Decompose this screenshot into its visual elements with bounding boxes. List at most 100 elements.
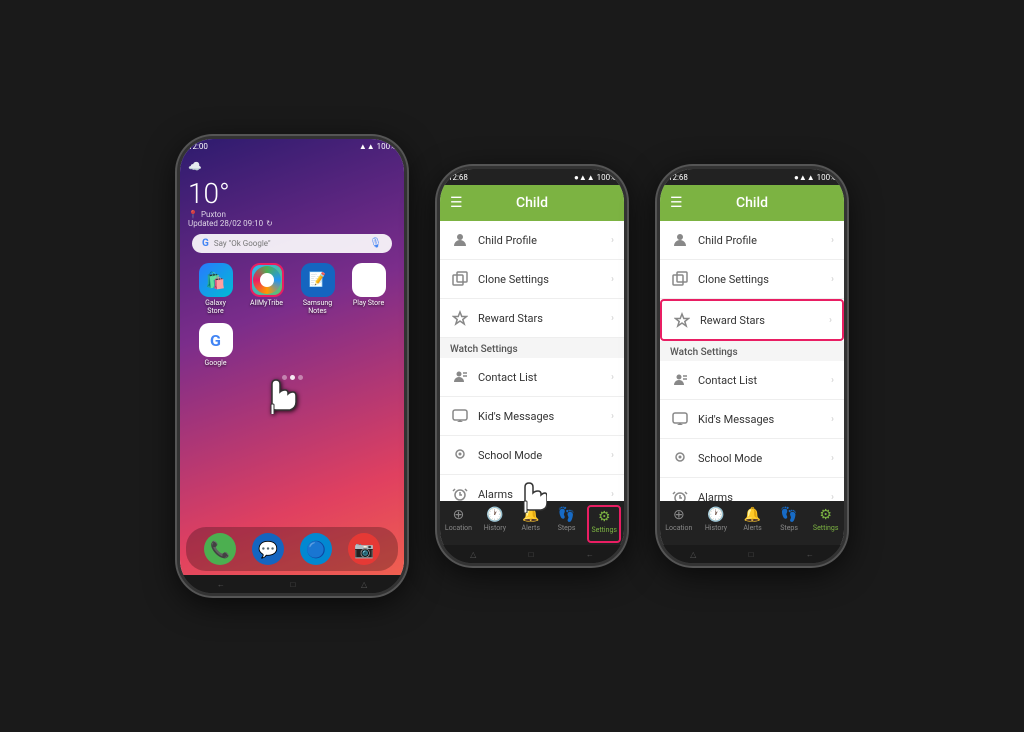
phone-2: 12:68 ●▲▲ 100% ☰ Child Child Profile › bbox=[437, 166, 627, 566]
app-title-3: Child bbox=[736, 195, 768, 211]
menu-item-messages-3[interactable]: Kid's Messages › bbox=[660, 400, 844, 439]
arrow-2-5: › bbox=[611, 411, 614, 422]
menu-item-alarms-3[interactable]: Alarms › bbox=[660, 478, 844, 501]
menu-hamburger-2[interactable]: ☰ bbox=[450, 195, 463, 211]
arrow-3-7: › bbox=[831, 492, 834, 502]
phone-3-screen: 12:68 ●▲▲ 100% ☰ Child Child Profile › bbox=[660, 169, 844, 545]
recent-btn-1[interactable]: □ bbox=[290, 580, 295, 589]
reward-stars-label-2: Reward Stars bbox=[478, 312, 603, 325]
bottom-nav-3: ⊕ Location 🕐 History 🔔 Alerts 👣 Steps ⚙ bbox=[660, 501, 844, 545]
arrow-3-5: › bbox=[831, 414, 834, 425]
phone-1: 12:00 ▲▲ 100% ☁️ 10° 📍 Puxton Updated 28… bbox=[177, 136, 407, 596]
school-icon-2 bbox=[450, 445, 470, 465]
location-name: Puxton bbox=[201, 210, 226, 219]
child-profile-label-2: Child Profile bbox=[478, 234, 603, 247]
back-btn-1[interactable]: ← bbox=[217, 580, 225, 589]
kids-messages-label-2: Kid's Messages bbox=[478, 410, 603, 423]
school-mode-label-2: School Mode bbox=[478, 449, 603, 462]
galaxy-store-label: GalaxyStore bbox=[205, 299, 226, 315]
updated-text: Updated 28/02 09:10 bbox=[188, 219, 263, 228]
updated-row: Updated 28/02 09:10 ↻ bbox=[188, 219, 396, 228]
menu-item-clone-3[interactable]: Clone Settings › bbox=[660, 260, 844, 299]
menu-item-school-2[interactable]: School Mode › bbox=[440, 436, 624, 475]
cloud-icon: ☁️ bbox=[188, 160, 202, 173]
weather-widget: ☁️ bbox=[188, 160, 396, 173]
samsung-notes-label: SamsungNotes bbox=[303, 299, 332, 315]
menu-item-contact-3[interactable]: Contact List › bbox=[660, 361, 844, 400]
menu-item-school-3[interactable]: School Mode › bbox=[660, 439, 844, 478]
nav-history-3[interactable]: 🕐 History bbox=[701, 505, 731, 543]
google-search-bar[interactable]: G Say "Ok Google" 🎙 bbox=[192, 234, 392, 253]
back-btn-2[interactable]: △ bbox=[470, 550, 476, 559]
google-app[interactable]: G Google bbox=[194, 323, 237, 367]
clone-settings-label-3: Clone Settings bbox=[698, 273, 823, 286]
arrow-2-4: › bbox=[611, 372, 614, 383]
app-screen-3: 12:68 ●▲▲ 100% ☰ Child Child Profile › bbox=[660, 169, 844, 545]
nav-history-2[interactable]: 🕐 History bbox=[480, 505, 510, 543]
alltribe-app[interactable]: AllMyTribe bbox=[245, 263, 288, 315]
time-2: 12:68 bbox=[448, 173, 468, 182]
history-nav-label-2: History bbox=[484, 524, 506, 532]
back-btn-3[interactable]: △ bbox=[690, 550, 696, 559]
status-bar-1: 12:00 ▲▲ 100% bbox=[180, 139, 404, 154]
nav-location-3[interactable]: ⊕ Location bbox=[663, 505, 694, 543]
clone-settings-label-2: Clone Settings bbox=[478, 273, 603, 286]
menu-item-child-profile-3[interactable]: Child Profile › bbox=[660, 221, 844, 260]
samsung-notes-icon: 📝 bbox=[301, 263, 335, 297]
battery-1: 100% bbox=[377, 142, 396, 151]
recent-btn-2[interactable]: □ bbox=[529, 550, 534, 559]
camera-dock-icon[interactable]: 📷 bbox=[348, 533, 380, 565]
recent-btn-3[interactable]: □ bbox=[749, 550, 754, 559]
phone-1-nav: ← □ △ bbox=[180, 575, 404, 593]
nav-steps-2[interactable]: 👣 Steps bbox=[552, 505, 582, 543]
steps-nav-label-3: Steps bbox=[780, 524, 798, 532]
home-btn-3[interactable]: ← bbox=[806, 550, 814, 559]
mic-icon: 🎙 bbox=[369, 238, 382, 249]
nav-steps-3[interactable]: 👣 Steps bbox=[774, 505, 804, 543]
nav-settings-3[interactable]: ⚙ Settings bbox=[811, 505, 841, 543]
menu-item-contact-2[interactable]: Contact List › bbox=[440, 358, 624, 397]
alltribe-label: AllMyTribe bbox=[250, 299, 283, 307]
nav-settings-2[interactable]: ⚙ Settings bbox=[587, 505, 621, 543]
nav-alerts-3[interactable]: 🔔 Alerts bbox=[738, 505, 768, 543]
school-icon-3 bbox=[670, 448, 690, 468]
galaxy-store-app[interactable]: 🛍️ GalaxyStore bbox=[194, 263, 237, 315]
samsung-notes-app[interactable]: 📝 SamsungNotes bbox=[296, 263, 339, 315]
galaxy-store-icon: 🛍️ bbox=[199, 263, 233, 297]
circle-dock-icon[interactable]: 🔵 bbox=[300, 533, 332, 565]
history-nav-icon-3: 🕐 bbox=[707, 507, 724, 523]
google-icon: G bbox=[199, 323, 233, 357]
menu-item-clone-2[interactable]: Clone Settings › bbox=[440, 260, 624, 299]
messages-dock-icon[interactable]: 💬 bbox=[252, 533, 284, 565]
alltribe-icon bbox=[250, 263, 284, 297]
arrow-3-2: › bbox=[831, 274, 834, 285]
clone-icon-2 bbox=[450, 269, 470, 289]
menu-item-child-profile-2[interactable]: Child Profile › bbox=[440, 221, 624, 260]
star-icon-2 bbox=[450, 308, 470, 328]
alltribe-circle bbox=[253, 266, 281, 294]
signal-2: ●▲▲ 100% bbox=[574, 173, 616, 182]
menu-item-reward-2[interactable]: Reward Stars › bbox=[440, 299, 624, 338]
settings-nav-label-2: Settings bbox=[591, 526, 617, 534]
home-btn-2[interactable]: ← bbox=[586, 550, 594, 559]
refresh-icon: ↻ bbox=[266, 219, 273, 228]
alltribe-inner bbox=[260, 273, 274, 287]
cursor-hand-3 bbox=[836, 301, 844, 339]
play-store-app[interactable]: ▶ Play Store bbox=[347, 263, 390, 315]
home-btn-1[interactable]: △ bbox=[361, 580, 367, 589]
child-profile-label-3: Child Profile bbox=[698, 234, 823, 247]
phone-2-nav: △ □ ← bbox=[440, 545, 624, 563]
menu-item-messages-2[interactable]: Kid's Messages › bbox=[440, 397, 624, 436]
contacts-icon-3 bbox=[670, 370, 690, 390]
time-3: 12:68 bbox=[668, 173, 688, 182]
menu-item-reward-3[interactable]: Reward Stars › bbox=[660, 299, 844, 341]
contacts-icon-2 bbox=[450, 367, 470, 387]
person-icon-2 bbox=[450, 230, 470, 250]
arrow-2-3: › bbox=[611, 313, 614, 324]
alerts-nav-label-2: Alerts bbox=[522, 524, 540, 532]
nav-location-2[interactable]: ⊕ Location bbox=[443, 505, 474, 543]
phone-dock-icon[interactable]: 📞 bbox=[204, 533, 236, 565]
menu-hamburger-3[interactable]: ☰ bbox=[670, 195, 683, 211]
google-g-icon: G bbox=[202, 238, 209, 249]
arrow-3-3: › bbox=[829, 315, 832, 326]
